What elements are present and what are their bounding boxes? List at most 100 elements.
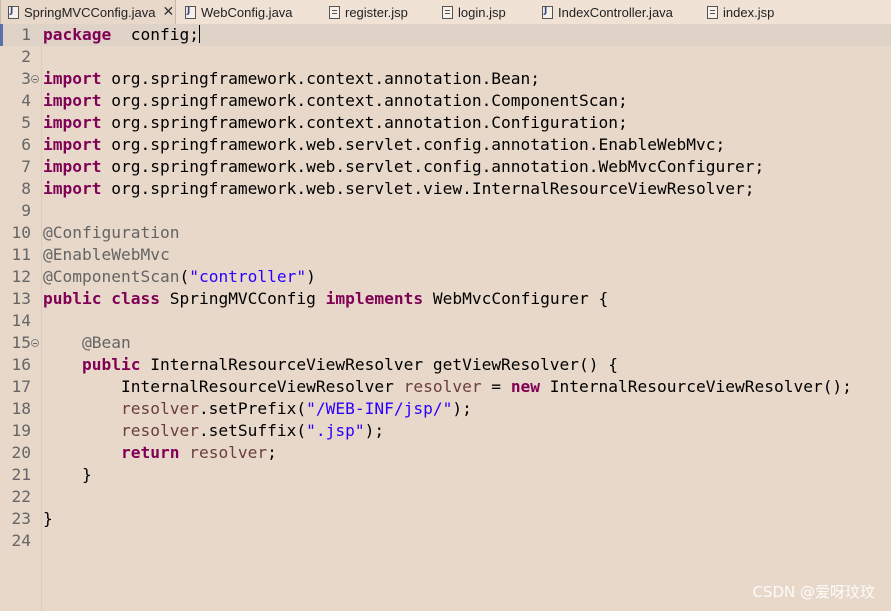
- text-caret: [198, 25, 200, 43]
- fold-collapse-icon[interactable]: [31, 75, 39, 83]
- line-number: 10: [11, 223, 32, 242]
- code-text: public class SpringMVCConfig implements …: [43, 288, 608, 310]
- line-number: 12: [11, 267, 32, 286]
- code-text: }: [43, 508, 53, 530]
- code-line[interactable]: 24: [0, 530, 891, 552]
- keyword-token: import: [43, 113, 102, 132]
- code-text: @Configuration: [43, 222, 179, 244]
- code-line[interactable]: 23}: [0, 508, 891, 530]
- line-number: 1: [21, 25, 31, 44]
- code-token: .setPrefix(: [198, 399, 307, 418]
- code-line[interactable]: 4 import org.springframework.context.anno…: [0, 90, 891, 112]
- code-line[interactable]: 3 import org.springframework.context.anno…: [0, 68, 891, 90]
- jsp-file-icon: [329, 5, 340, 19]
- code-token: org.springframework.context.annotation.B…: [101, 69, 541, 88]
- code-text: @ComponentScan("controller"): [43, 266, 316, 288]
- code-token: org.springframework.web.servlet.config.a…: [101, 157, 765, 176]
- code-token: InternalResourceViewResolver getViewReso…: [140, 355, 619, 374]
- line-number: 3: [21, 69, 31, 88]
- code-line[interactable]: 15 @Bean: [0, 332, 891, 354]
- code-text: package config;: [43, 24, 200, 46]
- code-line[interactable]: 13 public class SpringMVCConfig implement…: [0, 288, 891, 310]
- code-token: =: [481, 377, 511, 396]
- line-number: 18: [11, 399, 32, 418]
- code-token: );: [364, 421, 385, 440]
- code-token: InternalResourceViewResolver: [43, 377, 404, 396]
- editor-tab-bar: SpringMVCConfig.java ✕ WebConfig.java regis…: [0, 0, 891, 25]
- line-number: 2: [21, 47, 31, 66]
- code-token: );: [452, 399, 472, 418]
- code-line[interactable]: 20 return resolver;: [0, 442, 891, 464]
- tab-label: index.jsp: [723, 4, 775, 20]
- code-editor[interactable]: 1 package config; 2 3 import org.springframe…: [0, 24, 891, 611]
- variable-token: resolver: [120, 421, 199, 440]
- code-line[interactable]: 18 resolver.setPrefix("/WEB-INF/jsp/");: [0, 398, 891, 420]
- code-token: }: [43, 509, 53, 528]
- string-token: "controller": [189, 267, 307, 286]
- code-line[interactable]: 7 import org.springframework.web.servlet.…: [0, 156, 891, 178]
- code-token: ): [306, 267, 316, 286]
- code-line[interactable]: 10 @Configuration: [0, 222, 891, 244]
- tab-springmvcconfig-java[interactable]: SpringMVCConfig.java ✕: [0, 0, 176, 24]
- keyword-token: package: [43, 25, 112, 44]
- code-text: import org.springframework.context.annot…: [43, 68, 540, 90]
- tab-register-jsp[interactable]: register.jsp: [320, 0, 430, 24]
- tab-label: register.jsp: [345, 4, 408, 20]
- line-number: 6: [21, 135, 31, 154]
- code-line[interactable]: 19 resolver.setSuffix(".jsp");: [0, 420, 891, 442]
- code-line[interactable]: 14: [0, 310, 891, 332]
- code-line[interactable]: 16 public InternalResourceViewResolver g…: [0, 354, 891, 376]
- code-line[interactable]: 12 @ComponentScan("controller"): [0, 266, 891, 288]
- code-line[interactable]: 6 import org.springframework.web.servlet.…: [0, 134, 891, 156]
- keyword-token: new: [510, 377, 541, 396]
- keyword-token: class: [111, 289, 160, 308]
- line-number: 17: [11, 377, 32, 396]
- code-text: public InternalResourceViewResolver getV…: [43, 354, 618, 376]
- code-text: import org.springframework.context.annot…: [43, 112, 628, 134]
- code-token: org.springframework.web.servlet.config.a…: [101, 135, 726, 154]
- line-number: 20: [11, 443, 32, 462]
- code-line[interactable]: 1 package config;: [0, 24, 891, 46]
- code-token: org.springframework.web.servlet.view.Int…: [101, 179, 755, 198]
- keyword-token: public: [43, 289, 102, 308]
- line-number: 4: [21, 91, 31, 110]
- code-line[interactable]: 5 import org.springframework.context.anno…: [0, 112, 891, 134]
- code-line[interactable]: 2: [0, 46, 891, 68]
- code-line[interactable]: 17 InternalResourceViewResolver resolver…: [0, 376, 891, 398]
- fold-collapse-icon[interactable]: [31, 339, 39, 347]
- code-text: resolver.setPrefix("/WEB-INF/jsp/");: [43, 398, 472, 420]
- tab-label: SpringMVCConfig.java: [24, 4, 156, 20]
- line-number: 21: [11, 465, 32, 484]
- code-line[interactable]: 8 import org.springframework.web.servlet.…: [0, 178, 891, 200]
- close-tab-icon[interactable]: ✕: [163, 5, 175, 19]
- code-text: return resolver;: [43, 442, 277, 464]
- keyword-token: import: [43, 91, 102, 110]
- string-token: ".jsp": [306, 421, 365, 440]
- tab-indexcontroller-java[interactable]: IndexController.java: [533, 0, 693, 24]
- tab-index-jsp[interactable]: index.jsp: [698, 0, 788, 24]
- code-text: @EnableWebMvc: [43, 244, 170, 266]
- keyword-token: import: [43, 157, 102, 176]
- code-token: WebMvcConfigurer {: [423, 289, 609, 308]
- variable-token: resolver: [120, 399, 199, 418]
- code-line[interactable]: 11 @EnableWebMvc: [0, 244, 891, 266]
- line-number: 15: [11, 333, 32, 352]
- keyword-token: import: [43, 135, 102, 154]
- tab-login-jsp[interactable]: login.jsp: [433, 0, 529, 24]
- csdn-watermark: CSDN @爱呀玟玟: [752, 583, 875, 601]
- string-token: "/WEB-INF/jsp/": [306, 399, 453, 418]
- code-line[interactable]: 22: [0, 486, 891, 508]
- code-line[interactable]: 21 }: [0, 464, 891, 486]
- java-file-icon: [542, 5, 553, 19]
- line-number: 13: [11, 289, 32, 308]
- code-line[interactable]: 9: [0, 200, 891, 222]
- code-token: }: [43, 465, 92, 484]
- tab-webconfig-java[interactable]: WebConfig.java: [176, 0, 316, 24]
- keyword-token: import: [43, 179, 102, 198]
